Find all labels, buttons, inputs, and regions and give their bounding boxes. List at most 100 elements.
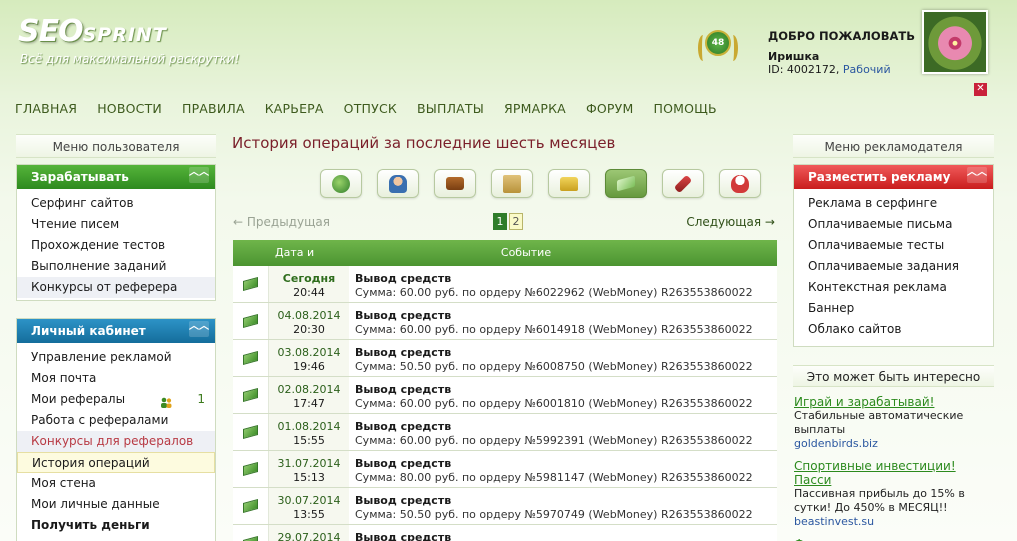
pagination: ← Предыдущая 12 Следующая → bbox=[233, 212, 777, 234]
menu-item[interactable]: Чтение писем bbox=[17, 214, 215, 235]
page-numbers: 12 bbox=[493, 213, 525, 230]
event-title: Вывод средств bbox=[355, 309, 452, 322]
nav-item[interactable]: ФОРУМ bbox=[586, 101, 634, 116]
row-event: Вывод средств Сумма: 60.00 руб. по ордеру… bbox=[349, 266, 777, 302]
referrals-count: 1 bbox=[197, 392, 205, 406]
event-desc: Сумма: 60.00 руб. по ордеру №6014918 (We… bbox=[355, 323, 753, 336]
nav-item[interactable]: ОТПУСК bbox=[344, 101, 397, 116]
nav-item[interactable]: ПРАВИЛА bbox=[182, 101, 245, 116]
promo-url[interactable]: goldenbirds.biz bbox=[794, 437, 994, 451]
menu-item[interactable]: Работа с рефералами bbox=[17, 410, 215, 431]
menu-item[interactable]: Моя почта bbox=[17, 368, 215, 389]
table-row: 31.07.2014 15:13 Вывод средств Сумма: 80.00… bbox=[233, 451, 777, 488]
filter-pin-button[interactable] bbox=[662, 169, 704, 198]
money-icon bbox=[243, 276, 258, 292]
menu-item-label: Моя стена bbox=[31, 476, 96, 490]
page-number[interactable]: 2 bbox=[509, 213, 523, 230]
menu-item[interactable]: Мои рефералы 1 bbox=[17, 389, 215, 410]
promo-title-link[interactable]: Играй и зарабатывай! bbox=[794, 395, 994, 409]
operations-table: Дата и время Событие Сегодня20:44Вывод с… bbox=[233, 240, 777, 541]
menu-item[interactable]: Оплачиваемые тесты bbox=[794, 235, 993, 256]
wallet-icon bbox=[446, 177, 464, 190]
filter-user-button[interactable] bbox=[377, 169, 419, 198]
menu-item[interactable]: Баннер bbox=[794, 298, 993, 319]
nav-item[interactable]: ЯРМАРКА bbox=[504, 101, 566, 116]
row-time: 19:46 bbox=[293, 360, 325, 373]
earn-header[interactable]: Зарабатывать ︿︿ bbox=[17, 165, 215, 189]
promo-title-link[interactable]: Спортивные инвестиции! Пасси bbox=[794, 459, 994, 487]
nav-item[interactable]: ГЛАВНАЯ bbox=[15, 101, 77, 116]
menu-item[interactable]: Облако сайтов bbox=[794, 319, 993, 340]
close-icon[interactable]: ✕ bbox=[974, 83, 987, 96]
column-event: Событие bbox=[500, 246, 552, 259]
site-logo[interactable]: SEOSPRINT Всё для максимальной раскрутки… bbox=[18, 14, 239, 66]
nav-item[interactable]: ВЫПЛАТЫ bbox=[417, 101, 484, 116]
menu-item[interactable]: Мои личные данные bbox=[17, 494, 215, 515]
money-cell bbox=[233, 414, 269, 450]
ads-header[interactable]: Разместить рекламу ︿︿ bbox=[794, 165, 993, 189]
menu-item[interactable]: Управление рекламой bbox=[17, 347, 215, 368]
menu-item[interactable]: Реклама в серфинге bbox=[794, 193, 993, 214]
menu-item[interactable]: Выполнение заданий bbox=[17, 256, 215, 277]
money-icon bbox=[243, 498, 258, 514]
row-date: 29.07.2014 bbox=[277, 531, 341, 541]
menu-item[interactable]: История операций bbox=[17, 452, 215, 473]
promo-item: Играй и зарабатывай! Стабильные автоматич… bbox=[793, 395, 994, 451]
menu-item[interactable]: Оплачиваемые задания bbox=[794, 256, 993, 277]
promo-url[interactable]: beastinvest.su bbox=[794, 515, 994, 529]
row-datetime: 29.07.2014 bbox=[269, 525, 349, 541]
promo-title-link[interactable]: Феноменальная система раскру bbox=[794, 537, 994, 541]
user-menu-title: Меню пользователя bbox=[16, 134, 216, 158]
page-number[interactable]: 1 bbox=[493, 213, 507, 230]
menu-item[interactable]: Конкурсы для рефералов bbox=[17, 431, 215, 452]
chevron-up-icon[interactable]: ︿︿ bbox=[189, 321, 209, 337]
table-row: 30.07.2014 13:55 Вывод средств Сумма: 50.50… bbox=[233, 488, 777, 525]
status-link[interactable]: Рабочий bbox=[843, 63, 891, 76]
event-title: Вывод средств bbox=[355, 531, 452, 541]
menu-item[interactable]: Прохождение тестов bbox=[17, 235, 215, 256]
rating-badge[interactable]: 48 bbox=[695, 27, 741, 69]
filter-globe-button[interactable] bbox=[320, 169, 362, 198]
menu-item-label: Управление рекламой bbox=[31, 350, 172, 364]
filter-money-button[interactable] bbox=[605, 169, 647, 198]
avatar[interactable] bbox=[922, 10, 988, 74]
promo-item: Спортивные инвестиции! Пасси Пассивная пр… bbox=[793, 459, 994, 529]
cabinet-title: Личный кабинет bbox=[31, 324, 146, 338]
referrals-icon bbox=[160, 394, 172, 408]
menu-item[interactable]: Моя стена bbox=[17, 473, 215, 494]
row-datetime: 31.07.2014 15:13 bbox=[269, 451, 349, 487]
filter-shopping-button[interactable] bbox=[491, 169, 533, 198]
next-page-link[interactable]: Следующая → bbox=[686, 215, 775, 229]
event-desc: Сумма: 50.50 руб. по ордеру №6008750 (We… bbox=[355, 360, 753, 373]
menu-item-label: Мои личные данные bbox=[31, 497, 160, 511]
user-id-label: ID: 4002172, bbox=[768, 63, 840, 76]
row-date: 04.08.2014 bbox=[277, 309, 341, 322]
row-time: 20:44 bbox=[293, 286, 325, 299]
nav-item[interactable]: ПОМОЩЬ bbox=[653, 101, 716, 116]
tagline: Всё для максимальной раскрутки! bbox=[20, 52, 240, 66]
chevron-up-icon[interactable]: ︿︿ bbox=[967, 167, 987, 183]
chevron-up-icon[interactable]: ︿︿ bbox=[189, 167, 209, 183]
row-date: 02.08.2014 bbox=[277, 383, 341, 396]
prev-page-link[interactable]: ← Предыдущая bbox=[233, 215, 330, 229]
table-row: Сегодня 20:44 Вывод средств Сумма: 60.00 ру… bbox=[233, 266, 777, 303]
menu-item[interactable]: Серфинг сайтов bbox=[17, 193, 215, 214]
menu-item[interactable]: Оплачиваемые письма bbox=[794, 214, 993, 235]
top-nav: ГЛАВНАЯ НОВОСТИ ПРАВИЛА КАРЬЕРА ОТПУСК ВЫПЛАТ… bbox=[15, 101, 737, 116]
menu-item[interactable]: Получить деньги bbox=[17, 515, 215, 536]
menu-item[interactable]: Контекстная реклама bbox=[794, 277, 993, 298]
menu-item[interactable]: Конкурсы от реферера bbox=[17, 277, 215, 298]
filter-glass-button[interactable] bbox=[719, 169, 761, 198]
cabinet-header[interactable]: Личный кабинет ︿︿ bbox=[17, 319, 215, 343]
event-title: Вывод средств bbox=[355, 420, 452, 433]
nav-item[interactable]: КАРЬЕРА bbox=[265, 101, 324, 116]
event-title: Вывод средств bbox=[355, 346, 452, 359]
nav-item[interactable]: НОВОСТИ bbox=[97, 101, 162, 116]
cabinet-menu: Управление рекламой Моя почта Мои рефералы… bbox=[17, 343, 215, 536]
ads-menu: Реклама в серфинге Оплачиваемые письма Опл… bbox=[794, 189, 993, 340]
event-desc: Сумма: 60.00 руб. по ордеру №6001810 (We… bbox=[355, 397, 753, 410]
filter-lock-button[interactable] bbox=[548, 169, 590, 198]
money-icon bbox=[243, 424, 258, 440]
menu-item-label: Конкурсы для рефералов bbox=[31, 434, 194, 448]
filter-wallet-button[interactable] bbox=[434, 169, 476, 198]
